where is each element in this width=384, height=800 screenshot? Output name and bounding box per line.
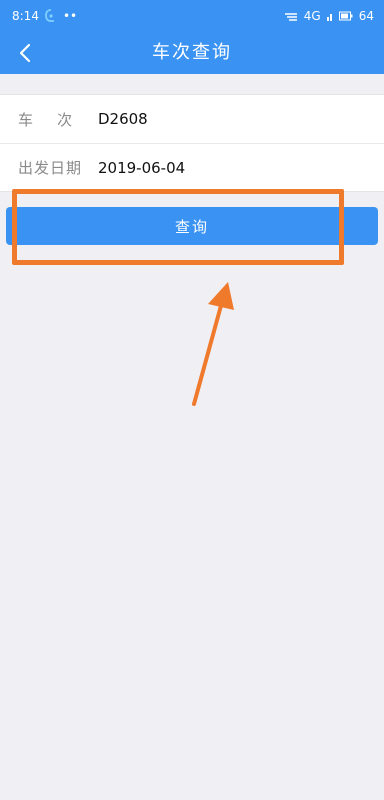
departure-date-label: 出发日期 xyxy=(18,159,83,177)
app-header: 车次查询 xyxy=(0,32,384,74)
annotation-arrow-icon xyxy=(192,282,234,406)
status-dots: •• xyxy=(62,9,78,23)
status-right: 4G 64 xyxy=(284,9,374,23)
screen: 8:14 •• 4G 64 车次查询 车 次 D2608 出发日期 2019-0… xyxy=(0,0,384,800)
status-time: 8:14 xyxy=(12,9,39,23)
query-form: 车 次 出发日期 2019-06-04 xyxy=(0,94,384,192)
departure-date-value[interactable]: 2019-06-04 xyxy=(98,159,185,177)
network-type: 4G xyxy=(303,9,321,23)
battery-level: 64 xyxy=(358,9,374,23)
train-number-input[interactable] xyxy=(98,110,292,128)
train-number-row: 车 次 xyxy=(0,95,384,143)
departure-date-row[interactable]: 出发日期 2019-06-04 xyxy=(0,143,384,191)
wifi-icon xyxy=(284,11,298,22)
app-notification-icon xyxy=(45,9,57,23)
train-number-label: 车 次 xyxy=(18,110,74,129)
status-left: 8:14 •• xyxy=(12,9,77,23)
status-bar: 8:14 •• 4G 64 xyxy=(0,0,384,32)
battery-icon xyxy=(338,11,353,21)
page-title: 车次查询 xyxy=(152,42,232,63)
query-button[interactable]: 查询 xyxy=(6,207,378,245)
signal-icon xyxy=(326,11,333,21)
